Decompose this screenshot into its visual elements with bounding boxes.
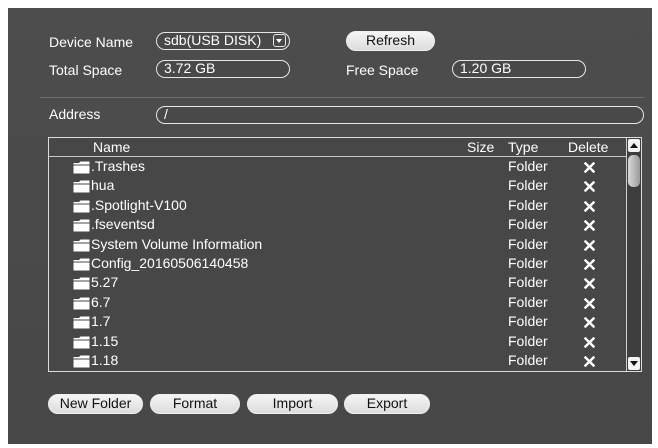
folder-icon: [73, 161, 90, 174]
row-type: Folder: [508, 196, 548, 213]
close-icon[interactable]: [584, 181, 595, 193]
close-icon[interactable]: [584, 336, 595, 348]
row-type: Folder: [508, 254, 548, 271]
total-space-value: 3.72 GB: [156, 60, 290, 78]
refresh-button[interactable]: Refresh: [346, 31, 435, 51]
folder-icon: [73, 258, 90, 271]
row-name: 1.15: [91, 332, 119, 349]
table-row[interactable]: 1.18 Folder: [49, 351, 626, 370]
table-row[interactable]: .Trashes Folder: [49, 157, 626, 176]
folder-icon: [73, 180, 90, 193]
address-label: Address: [49, 106, 101, 122]
row-type: Folder: [508, 332, 548, 349]
device-select-value: sdb(USB DISK): [164, 32, 262, 48]
column-header-type[interactable]: Type: [508, 139, 538, 155]
column-header-size[interactable]: Size: [467, 139, 494, 155]
folder-icon: [73, 219, 90, 232]
row-type: Folder: [508, 177, 548, 194]
table-row[interactable]: Config_20160506140458 Folder: [49, 254, 626, 273]
row-name: 5.27: [91, 274, 119, 291]
table-row[interactable]: .fseventsd Folder: [49, 215, 626, 234]
folder-icon: [73, 316, 90, 329]
total-space-label: Total Space: [49, 62, 123, 78]
close-icon[interactable]: [584, 317, 595, 329]
row-type: Folder: [508, 216, 548, 233]
free-space-label: Free Space: [346, 62, 419, 78]
folder-icon: [73, 355, 90, 368]
scrollbar-thumb[interactable]: [628, 155, 640, 187]
row-type: Folder: [508, 351, 548, 368]
table-row[interactable]: 1.7 Folder: [49, 312, 626, 331]
close-icon[interactable]: [584, 278, 595, 290]
close-icon[interactable]: [584, 297, 595, 309]
divider: [40, 97, 644, 98]
scroll-down-icon[interactable]: [628, 357, 640, 370]
chevron-down-icon[interactable]: [273, 34, 286, 47]
table-row[interactable]: .Spotlight-V100 Folder: [49, 196, 626, 215]
folder-icon: [73, 277, 90, 290]
row-type: Folder: [508, 235, 548, 252]
close-icon[interactable]: [584, 239, 595, 251]
row-name: .Spotlight-V100: [91, 196, 187, 213]
row-type: Folder: [508, 158, 548, 174]
row-name: .fseventsd: [91, 216, 155, 233]
row-name: 1.7: [91, 313, 111, 330]
device-name-label: Device Name: [49, 34, 134, 50]
folder-icon: [73, 336, 90, 349]
row-name: System Volume Information: [91, 235, 263, 252]
row-type: Folder: [508, 313, 548, 330]
table-row[interactable]: 6.7 Folder: [49, 293, 626, 312]
address-field[interactable]: /: [156, 106, 644, 124]
vertical-scrollbar[interactable]: [626, 138, 641, 371]
row-type: Folder: [508, 293, 548, 310]
table-header: Name Size Type Delete: [49, 138, 626, 157]
column-header-delete[interactable]: Delete: [568, 139, 608, 155]
new-folder-button[interactable]: New Folder: [48, 394, 143, 414]
row-name: hua: [91, 177, 115, 194]
folder-icon: [73, 239, 90, 252]
table-row[interactable]: System Volume Information Folder: [49, 235, 626, 254]
row-name: 1.18: [91, 351, 119, 368]
device-select[interactable]: sdb(USB DISK): [156, 32, 290, 50]
file-table: Name Size Type Delete .Trashes Folder hua F…: [48, 137, 642, 372]
close-icon[interactable]: [584, 162, 595, 173]
table-body: .Trashes Folder hua Folder .Spotlight-V100 Fo…: [49, 157, 626, 370]
free-space-value: 1.20 GB: [452, 60, 586, 78]
row-name: .Trashes: [91, 158, 145, 174]
row-name: 6.7: [91, 293, 111, 310]
table-row[interactable]: hua Folder: [49, 176, 626, 195]
close-icon[interactable]: [584, 355, 595, 367]
close-icon[interactable]: [584, 220, 595, 232]
close-icon[interactable]: [584, 200, 595, 212]
close-icon[interactable]: [584, 258, 595, 270]
table-row[interactable]: 1.15 Folder: [49, 332, 626, 351]
column-header-name[interactable]: Name: [93, 139, 130, 155]
import-button[interactable]: Import: [247, 394, 338, 414]
scroll-up-icon[interactable]: [628, 139, 640, 152]
folder-icon: [73, 297, 90, 310]
table-row[interactable]: 5.27 Folder: [49, 273, 626, 292]
row-name: Config_20160506140458: [91, 254, 249, 271]
format-button[interactable]: Format: [150, 394, 240, 414]
row-type: Folder: [508, 274, 548, 291]
export-button[interactable]: Export: [344, 394, 430, 414]
address-value: /: [164, 106, 168, 122]
folder-icon: [73, 200, 90, 213]
